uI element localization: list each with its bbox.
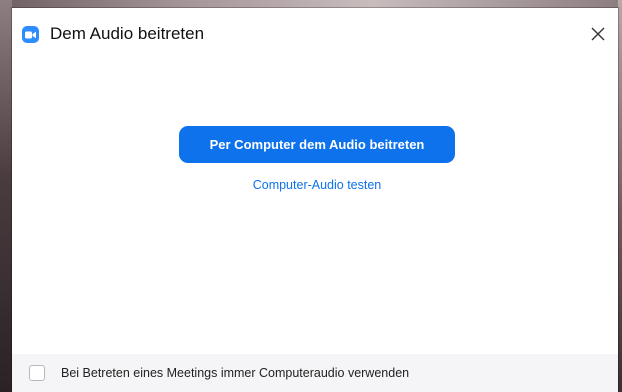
- desktop-background-left: [0, 0, 12, 392]
- join-audio-dialog: Dem Audio beitreten Per Computer dem Aud…: [12, 8, 618, 392]
- dialog-footer: Bei Betreten eines Meetings immer Comput…: [12, 354, 618, 392]
- zoom-camera-icon: [22, 26, 39, 43]
- dialog-title: Dem Audio beitreten: [50, 24, 205, 43]
- desktop-background-top: [0, 0, 622, 8]
- always-use-computer-audio-label[interactable]: Bei Betreten eines Meetings immer Comput…: [61, 365, 409, 381]
- title-bar: Dem Audio beitreten: [12, 8, 618, 58]
- join-with-computer-audio-button[interactable]: Per Computer dem Audio beitreten: [179, 126, 455, 163]
- close-icon: [591, 27, 605, 41]
- test-computer-audio-link[interactable]: Computer-Audio testen: [179, 178, 455, 192]
- always-use-computer-audio-checkbox[interactable]: [29, 365, 45, 381]
- desktop-background-right: [618, 0, 622, 392]
- close-button[interactable]: [586, 22, 610, 46]
